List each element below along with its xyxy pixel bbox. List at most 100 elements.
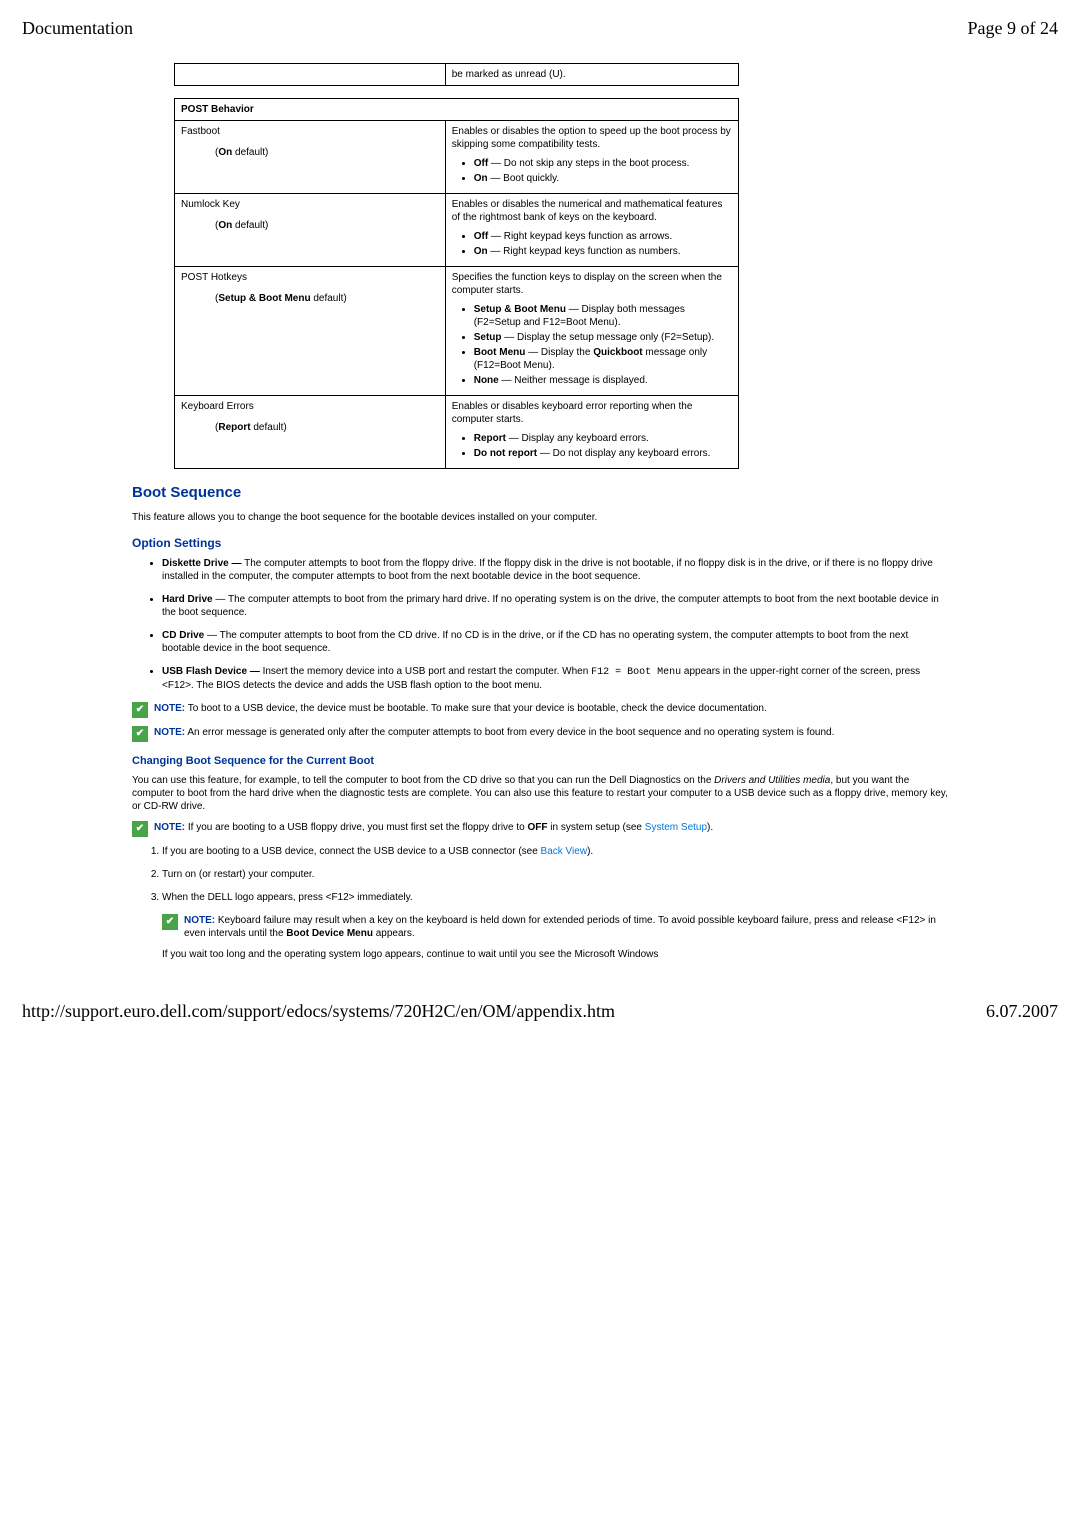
changing-boot-heading: Changing Boot Sequence for the Current B… <box>132 754 948 768</box>
steps-list: If you are booting to a USB device, conn… <box>132 845 948 904</box>
fastboot-desc: Enables or disables the option to speed … <box>452 125 732 151</box>
kb-errors-default: Report <box>218 422 250 433</box>
kb-errors-desc: Enables or disables keyboard error repor… <box>452 400 732 426</box>
note-label: NOTE: <box>154 822 185 833</box>
table-header-row: POST Behavior <box>175 99 739 121</box>
list-item: Diskette Drive — The computer attempts t… <box>162 557 948 583</box>
list-item: Do not report — Do not display any keybo… <box>474 447 732 460</box>
doc-title: Documentation <box>22 18 133 39</box>
back-view-link[interactable]: Back View <box>541 846 588 857</box>
footer-date: 6.07.2007 <box>986 1001 1058 1022</box>
note-body: appears. <box>373 928 415 939</box>
note-body: To boot to a USB device, the device must… <box>188 703 767 714</box>
numlock-desc: Enables or disables the numerical and ma… <box>452 198 732 224</box>
drivers-media-italic: Drivers and Utilities media <box>714 775 830 786</box>
opt-text: — Right keypad keys function as numbers. <box>490 246 680 257</box>
list-item: Off — Right keypad keys function as arro… <box>474 230 732 243</box>
kb-errors-title: Keyboard Errors <box>181 401 254 412</box>
step-text: Turn on (or restart) your computer. <box>162 869 314 880</box>
note-text: NOTE: To boot to a USB device, the devic… <box>154 702 948 715</box>
boot-seq-intro: This feature allows you to change the bo… <box>132 511 948 524</box>
numlock-options: Off — Right keypad keys function as arro… <box>452 230 732 258</box>
list-item: Off — Do not skip any steps in the boot … <box>474 157 732 170</box>
opt-text: — Boot quickly. <box>490 173 559 184</box>
note-label: NOTE: <box>184 915 215 926</box>
table-row: Numlock Key (On default) Enables or disa… <box>175 194 739 267</box>
hotkeys-desc: Specifies the function keys to display o… <box>452 271 732 297</box>
note-body: An error message is generated only after… <box>187 727 834 738</box>
page-footer: http://support.euro.dell.com/support/edo… <box>22 1001 1058 1022</box>
kb-errors-options: Report — Display any keyboard errors. Do… <box>452 432 732 460</box>
note-icon: ✔ <box>162 914 178 930</box>
list-item: Setup & Boot Menu — Display both message… <box>474 303 732 329</box>
page-content: be marked as unread (U). POST Behavior F… <box>132 63 948 961</box>
step-item: If you are booting to a USB device, conn… <box>162 845 948 858</box>
list-item: Report — Display any keyboard errors. <box>474 432 732 445</box>
boot-device-menu-bold: Boot Device Menu <box>286 928 373 939</box>
step-text: When the DELL logo appears, press <F12> … <box>162 892 413 903</box>
off-bold: OFF <box>528 822 548 833</box>
list-item: USB Flash Device — Insert the memory dev… <box>162 665 948 692</box>
table-row: be marked as unread (U). <box>175 64 739 86</box>
step-item: When the DELL logo appears, press <F12> … <box>162 891 948 904</box>
hotkeys-options: Setup & Boot Menu — Display both message… <box>452 303 732 387</box>
opt-text: — Do not skip any steps in the boot proc… <box>491 158 689 169</box>
para-part: You can use this feature, for example, t… <box>132 775 714 786</box>
hotkeys-title: POST Hotkeys <box>181 272 247 283</box>
page: Documentation Page 9 of 24 be marked as … <box>0 0 1080 1528</box>
list-item: On — Right keypad keys function as numbe… <box>474 245 732 258</box>
boot-sequence-heading: Boot Sequence <box>132 483 948 503</box>
post-behavior-table: POST Behavior Fastboot (On default) Enab… <box>174 98 739 469</box>
hotkeys-default: Setup & Boot Menu <box>218 293 310 304</box>
note-icon: ✔ <box>132 726 148 742</box>
opt-text: Insert the memory device into a USB port… <box>263 666 592 677</box>
note-body: in system setup (see <box>548 822 645 833</box>
table-continuation: be marked as unread (U). <box>174 63 739 86</box>
table-row: Keyboard Errors (Report default) Enables… <box>175 396 739 469</box>
table-row: Fastboot (On default) Enables or disable… <box>175 121 739 194</box>
code-f12: F12 = Boot Menu <box>591 667 681 678</box>
option-settings-list: Diskette Drive — The computer attempts t… <box>132 557 948 692</box>
numlock-title: Numlock Key <box>181 199 240 210</box>
opt-text: — The computer attempts to boot from the… <box>162 630 908 654</box>
note-block: ✔ NOTE: Keyboard failure may result when… <box>162 914 948 940</box>
list-item: Boot Menu — Display the Quickboot messag… <box>474 346 732 372</box>
step-text: ). <box>587 846 593 857</box>
option-settings-heading: Option Settings <box>132 536 948 552</box>
page-header: Documentation Page 9 of 24 <box>22 18 1058 39</box>
fastboot-options: Off — Do not skip any steps in the boot … <box>452 157 732 185</box>
opt-text: The computer attempts to boot from the f… <box>162 558 933 582</box>
list-item: Hard Drive — The computer attempts to bo… <box>162 593 948 619</box>
opt-text: — The computer attempts to boot from the… <box>162 594 939 618</box>
unread-note: be marked as unread (U). <box>445 64 738 86</box>
step-text: If you are booting to a USB device, conn… <box>162 846 541 857</box>
note-label: NOTE: <box>154 727 185 738</box>
note-block: ✔ NOTE: If you are booting to a USB flop… <box>132 821 948 837</box>
step-item: Turn on (or restart) your computer. <box>162 868 948 881</box>
numlock-default-on: On <box>218 220 232 231</box>
note-body: If you are booting to a USB floppy drive… <box>188 822 528 833</box>
note-icon: ✔ <box>132 702 148 718</box>
note-text: NOTE: An error message is generated only… <box>154 726 948 739</box>
note-block: ✔ NOTE: To boot to a USB device, the dev… <box>132 702 948 718</box>
note-body: ). <box>707 822 713 833</box>
trailing-paragraph: If you wait too long and the operating s… <box>162 948 948 961</box>
list-item: Setup — Display the setup message only (… <box>474 331 732 344</box>
note-text: NOTE: Keyboard failure may result when a… <box>184 914 948 940</box>
list-item: CD Drive — The computer attempts to boot… <box>162 629 948 655</box>
note-label: NOTE: <box>154 703 185 714</box>
table-row: POST Hotkeys (Setup & Boot Menu default)… <box>175 267 739 396</box>
opt-text: — Right keypad keys function as arrows. <box>491 231 672 242</box>
fastboot-default-on: On <box>218 147 232 158</box>
list-item: None — Neither message is displayed. <box>474 374 732 387</box>
list-item: On — Boot quickly. <box>474 172 732 185</box>
post-behavior-header: POST Behavior <box>175 99 739 121</box>
system-setup-link[interactable]: System Setup <box>645 822 707 833</box>
page-number: Page 9 of 24 <box>968 18 1058 39</box>
note-text: NOTE: If you are booting to a USB floppy… <box>154 821 948 834</box>
footer-url: http://support.euro.dell.com/support/edo… <box>22 1001 615 1022</box>
changing-boot-para: You can use this feature, for example, t… <box>132 774 948 813</box>
fastboot-title: Fastboot <box>181 126 220 137</box>
note-icon: ✔ <box>132 821 148 837</box>
note-block: ✔ NOTE: An error message is generated on… <box>132 726 948 742</box>
